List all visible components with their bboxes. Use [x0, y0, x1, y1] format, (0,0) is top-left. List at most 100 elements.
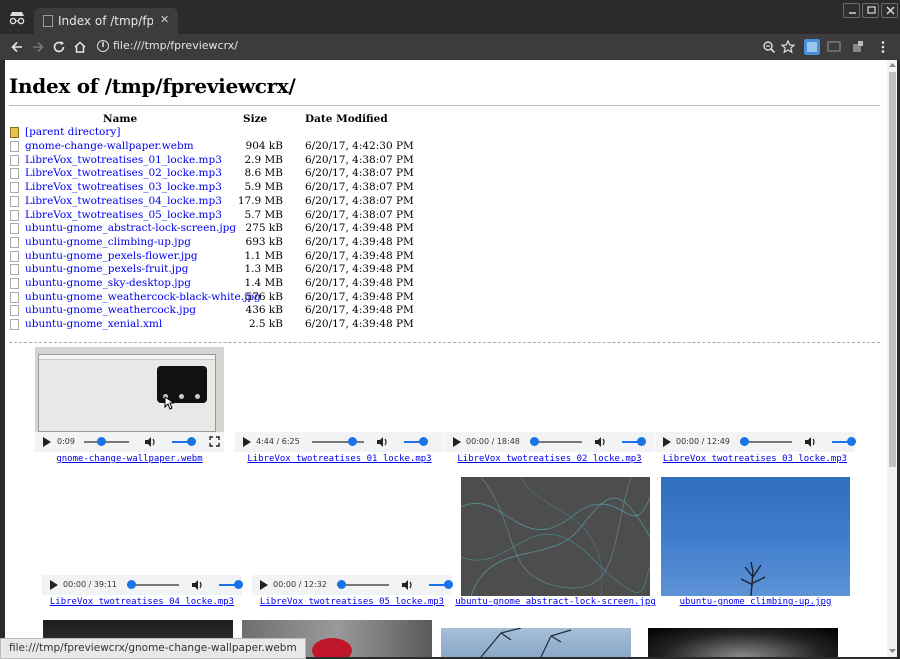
scrollbar-thumb[interactable]: [889, 72, 896, 467]
file-link[interactable]: ubuntu-gnome_weathercock-black-white.jpg: [25, 291, 261, 303]
seek-knob[interactable]: [337, 580, 346, 589]
volume-knob[interactable]: [637, 437, 646, 446]
image-preview-abstract[interactable]: [461, 477, 650, 596]
scroll-down-arrow[interactable]: [889, 648, 896, 654]
image-preview-weathercock[interactable]: [441, 628, 631, 657]
minimize-button[interactable]: [843, 3, 860, 18]
image-caption[interactable]: ubuntu-gnome_climbing-up.jpg: [651, 597, 860, 607]
video-preview[interactable]: [35, 347, 224, 432]
scrollbar[interactable]: [887, 60, 897, 657]
forward-arrow-icon[interactable]: [30, 39, 46, 55]
file-link[interactable]: LibreVox_twotreatises_01_locke.mp3: [25, 154, 222, 166]
column-header-size[interactable]: Size: [243, 113, 267, 125]
play-icon[interactable]: [453, 437, 461, 447]
toolbar: i file:///tmp/fpreviewcrx/: [0, 34, 900, 60]
info-icon[interactable]: i: [97, 40, 109, 52]
seek-knob[interactable]: [740, 437, 749, 446]
volume-knob[interactable]: [187, 437, 196, 446]
play-icon[interactable]: [50, 580, 58, 590]
extension-icon[interactable]: [850, 39, 866, 55]
audio-caption[interactable]: LibreVox_twotreatises_04_locke.mp3: [37, 597, 247, 607]
close-window-button[interactable]: [881, 3, 898, 18]
audio-caption[interactable]: LibreVox_twotreatises_03_locke.mp3: [650, 454, 860, 464]
audio-caption[interactable]: LibreVox_twotreatises_02_locke.mp3: [440, 454, 659, 464]
volume-knob[interactable]: [847, 437, 856, 446]
tab-close-icon[interactable]: ✕: [160, 13, 169, 26]
scroll-up-arrow[interactable]: [889, 62, 896, 68]
volume-icon[interactable]: [401, 579, 415, 591]
file-link[interactable]: gnome-change-wallpaper.webm: [25, 140, 194, 152]
status-bar: file:///tmp/fpreviewcrx/gnome-change-wal…: [0, 638, 306, 659]
seek-knob[interactable]: [348, 437, 357, 446]
seek-knob[interactable]: [127, 580, 136, 589]
volume-icon[interactable]: [594, 436, 608, 448]
column-header-name[interactable]: Name: [103, 113, 137, 125]
file-row: LibreVox_twotreatises_04_locke.mp3 17.9 M…: [5, 195, 414, 209]
file-row: ubuntu-gnome_abstract-lock-screen.jpg 275…: [5, 222, 414, 236]
address-bar[interactable]: file:///tmp/fpreviewcrx/: [113, 39, 238, 52]
file-icon: [10, 141, 19, 152]
file-size: 436 kB: [245, 304, 283, 316]
seek-knob[interactable]: [97, 437, 106, 446]
reload-icon[interactable]: [51, 39, 67, 55]
play-icon[interactable]: [260, 580, 268, 590]
file-link[interactable]: ubuntu-gnome_weathercock.jpg: [25, 304, 196, 316]
volume-icon[interactable]: [144, 436, 158, 448]
volume-knob[interactable]: [444, 580, 453, 589]
image-preview-climbing[interactable]: [661, 477, 850, 596]
seek-knob[interactable]: [530, 437, 539, 446]
file-link[interactable]: ubuntu-gnome_xenial.xml: [25, 318, 162, 330]
file-size: 693 kB: [245, 236, 283, 248]
audio-time: 00:00 / 18:48: [466, 437, 520, 446]
extension-preview-icon[interactable]: [804, 39, 820, 55]
file-date: 6/20/17, 4:39:48 PM: [305, 318, 414, 330]
file-link[interactable]: ubuntu-gnome_sky-desktop.jpg: [25, 277, 191, 289]
file-link[interactable]: ubuntu-gnome_pexels-fruit.jpg: [25, 263, 188, 275]
menu-dots-icon[interactable]: [875, 39, 891, 55]
back-arrow-icon[interactable]: [9, 39, 25, 55]
audio-time: 00:00 / 39:11: [63, 580, 117, 589]
cast-icon[interactable]: [826, 39, 842, 55]
play-icon[interactable]: [43, 437, 51, 447]
fullscreen-icon[interactable]: [209, 436, 220, 447]
file-size: 1.3 MB: [244, 263, 283, 275]
file-link[interactable]: LibreVox_twotreatises_03_locke.mp3: [25, 181, 222, 193]
file-row: ubuntu-gnome_climbing-up.jpg 693 kB 6/20/1…: [5, 236, 414, 250]
volume-knob[interactable]: [234, 580, 243, 589]
file-link[interactable]: ubuntu-gnome_climbing-up.jpg: [25, 236, 191, 248]
maximize-button[interactable]: [862, 3, 879, 18]
file-icon: [10, 196, 19, 207]
seek-bar[interactable]: [84, 441, 129, 443]
file-link[interactable]: ubuntu-gnome_pexels-flower.jpg: [25, 250, 198, 262]
volume-knob[interactable]: [419, 437, 428, 446]
image-preview-sky-desktop[interactable]: [648, 628, 838, 657]
video-caption[interactable]: gnome-change-wallpaper.webm: [35, 454, 224, 464]
file-row: LibreVox_twotreatises_05_locke.mp3 5.7 MB…: [5, 209, 414, 223]
file-link[interactable]: LibreVox_twotreatises_05_locke.mp3: [25, 209, 222, 221]
image-caption[interactable]: ubuntu-gnome_abstract-lock-screen.jpg: [451, 597, 660, 607]
play-icon[interactable]: [663, 437, 671, 447]
file-link[interactable]: LibreVox_twotreatises_04_locke.mp3: [25, 195, 222, 207]
audio-caption[interactable]: LibreVox_twotreatises_01_locke.mp3: [230, 454, 449, 464]
file-size: 5.9 MB: [244, 181, 283, 193]
volume-icon[interactable]: [191, 579, 205, 591]
fruit-shape: [312, 638, 352, 657]
star-bookmark-icon[interactable]: [780, 39, 796, 55]
tab-active[interactable]: Index of /tmp/fprevi ✕: [34, 8, 178, 35]
zoom-icon[interactable]: [761, 39, 777, 55]
branches-image: [480, 628, 572, 657]
file-icon: [10, 168, 19, 179]
column-header-date[interactable]: Date Modified: [305, 113, 388, 125]
volume-icon[interactable]: [804, 436, 818, 448]
volume-icon[interactable]: [376, 436, 390, 448]
parent-directory-link[interactable]: [parent directory]: [25, 126, 120, 138]
play-icon[interactable]: [243, 437, 251, 447]
file-icon: [10, 292, 19, 303]
home-icon[interactable]: [72, 39, 88, 55]
video-player-controls: 0:09: [35, 432, 224, 452]
file-size: 904 kB: [245, 140, 283, 152]
file-row: ubuntu-gnome_sky-desktop.jpg 1.4 MB 6/20/1…: [5, 277, 414, 291]
audio-caption[interactable]: LibreVox_twotreatises_05_locke.mp3: [247, 597, 457, 607]
file-link[interactable]: LibreVox_twotreatises_02_locke.mp3: [25, 167, 222, 179]
file-link[interactable]: ubuntu-gnome_abstract-lock-screen.jpg: [25, 222, 236, 234]
